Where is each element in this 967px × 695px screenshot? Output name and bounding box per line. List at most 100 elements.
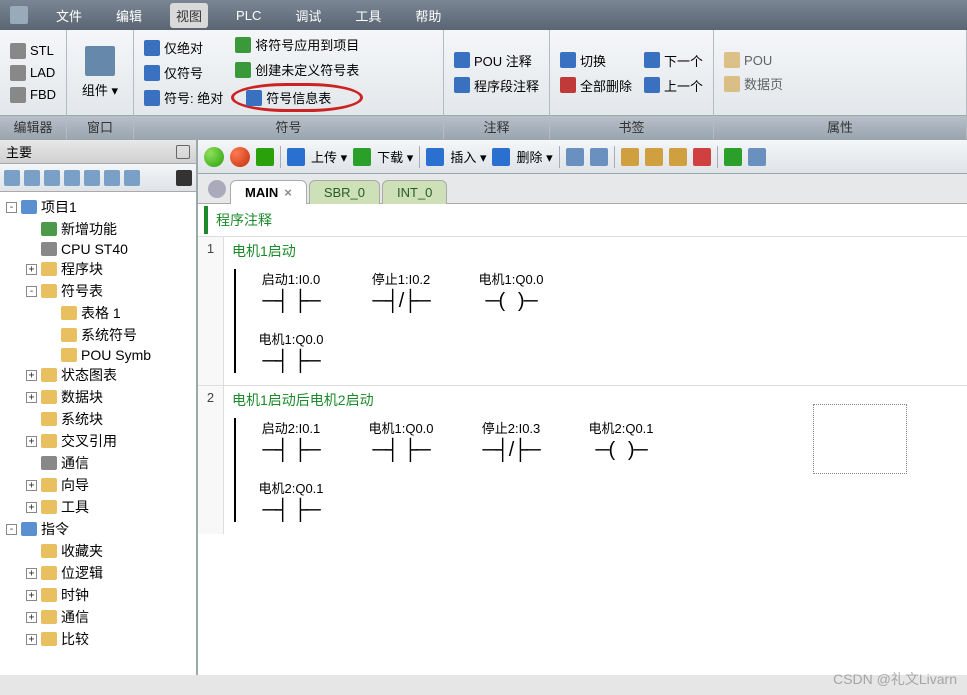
- ladder-element[interactable]: 电机2:Q0.1─( )─: [566, 418, 676, 462]
- tree-node[interactable]: CPU ST40: [2, 240, 194, 258]
- delete-button[interactable]: 删除 ▾: [516, 147, 552, 166]
- insert-button[interactable]: 插入 ▾: [450, 147, 486, 166]
- tree-node[interactable]: 表格 1: [2, 302, 194, 324]
- toggle-bm-button[interactable]: 切换: [556, 49, 636, 72]
- stl-button[interactable]: STL: [6, 41, 60, 61]
- close-icon[interactable]: ×: [284, 185, 292, 200]
- expand-icon[interactable]: +: [26, 634, 37, 645]
- menu-tools[interactable]: 工具: [349, 3, 387, 28]
- panel-btn-8[interactable]: [176, 170, 192, 186]
- expand-icon[interactable]: +: [26, 370, 37, 381]
- tb-5[interactable]: [669, 148, 687, 166]
- ladder[interactable]: 启动1:I0.0─┤ ├─停止1:I0.2─┤/├─电机1:Q0.0─( )─电…: [234, 269, 959, 373]
- expand-icon[interactable]: +: [26, 590, 37, 601]
- tree-node[interactable]: -项目1: [2, 196, 194, 218]
- tree-node[interactable]: -符号表: [2, 280, 194, 302]
- tb-3[interactable]: [621, 148, 639, 166]
- tree-node[interactable]: +比较: [2, 628, 194, 650]
- ladder-element[interactable]: 启动2:I0.1─┤ ├─: [236, 418, 346, 462]
- pou-comment-button[interactable]: POU 注释: [450, 49, 543, 72]
- menu-debug[interactable]: 调试: [289, 3, 327, 28]
- menu-edit[interactable]: 编辑: [110, 3, 148, 28]
- expand-icon[interactable]: +: [26, 264, 37, 275]
- tree-node[interactable]: -指令: [2, 518, 194, 540]
- network-title[interactable]: 电机1启动: [232, 241, 959, 261]
- ladder-element[interactable]: 电机2:Q0.1─┤ ├─: [236, 478, 346, 522]
- tree-node[interactable]: 新增功能: [2, 218, 194, 240]
- tree-node[interactable]: POU Symb: [2, 346, 194, 364]
- stop-button[interactable]: [230, 147, 250, 167]
- tb-6[interactable]: [693, 148, 711, 166]
- network-body[interactable]: 电机1启动启动1:I0.0─┤ ├─停止1:I0.2─┤/├─电机1:Q0.0─…: [224, 237, 967, 385]
- expand-icon[interactable]: +: [26, 480, 37, 491]
- menu-file[interactable]: 文件: [50, 3, 88, 28]
- expand-icon[interactable]: -: [26, 286, 37, 297]
- tab-sbr0[interactable]: SBR_0: [309, 180, 380, 204]
- create-sym-button[interactable]: 创建未定义符号表: [231, 58, 363, 81]
- tree-node[interactable]: +状态图表: [2, 364, 194, 386]
- menu-view[interactable]: 视图: [170, 3, 208, 28]
- panel-btn-2[interactable]: [24, 170, 40, 186]
- expand-icon[interactable]: +: [26, 392, 37, 403]
- tab-int0[interactable]: INT_0: [382, 180, 447, 204]
- delete-all-bm-button[interactable]: 全部删除: [556, 74, 636, 97]
- tree-node[interactable]: 系统符号: [2, 324, 194, 346]
- expand-icon[interactable]: -: [6, 524, 17, 535]
- expand-icon[interactable]: +: [26, 502, 37, 513]
- tree-node[interactable]: +程序块: [2, 258, 194, 280]
- ladder-element[interactable]: 停止2:I0.3─┤/├─: [456, 418, 566, 462]
- lad-button[interactable]: LAD: [6, 63, 60, 83]
- tree-node[interactable]: +时钟: [2, 584, 194, 606]
- fbd-button[interactable]: FBD: [6, 85, 60, 105]
- program-area[interactable]: 程序注释 1电机1启动启动1:I0.0─┤ ├─停止1:I0.2─┤/├─电机1…: [198, 204, 967, 675]
- tree-node[interactable]: +交叉引用: [2, 430, 194, 452]
- tree-node[interactable]: +通信: [2, 606, 194, 628]
- panel-btn-1[interactable]: [4, 170, 20, 186]
- tree-node[interactable]: 收藏夹: [2, 540, 194, 562]
- tb-4[interactable]: [645, 148, 663, 166]
- tree-node[interactable]: +位逻辑: [2, 562, 194, 584]
- expand-icon[interactable]: +: [26, 568, 37, 579]
- tb-8[interactable]: [748, 148, 766, 166]
- tree-node[interactable]: +工具: [2, 496, 194, 518]
- menu-help[interactable]: 帮助: [409, 3, 447, 28]
- apply-sym-button[interactable]: 将符号应用到项目: [231, 33, 363, 56]
- pou-prop-button[interactable]: POU: [720, 50, 787, 70]
- expand-icon[interactable]: -: [6, 202, 17, 213]
- panel-btn-3[interactable]: [44, 170, 60, 186]
- tree-node[interactable]: 系统块: [2, 408, 194, 430]
- tree-node[interactable]: 通信: [2, 452, 194, 474]
- ladder-element[interactable]: 停止1:I0.2─┤/├─: [346, 269, 456, 313]
- component-button[interactable]: 组件 ▾: [73, 42, 127, 103]
- sym-info-button[interactable]: 符号信息表: [242, 86, 335, 109]
- pin-icon[interactable]: [176, 145, 190, 159]
- panel-btn-4[interactable]: [64, 170, 80, 186]
- datapage-button[interactable]: 数据页: [720, 72, 787, 95]
- tb-7[interactable]: [724, 148, 742, 166]
- menu-plc[interactable]: PLC: [230, 5, 267, 26]
- expand-icon[interactable]: +: [26, 436, 37, 447]
- sym-abs-button[interactable]: 符号: 绝对: [140, 86, 227, 109]
- tb-2[interactable]: [590, 148, 608, 166]
- tree-node[interactable]: +数据块: [2, 386, 194, 408]
- ladder-element[interactable]: 启动1:I0.0─┤ ├─: [236, 269, 346, 313]
- next-bm-button[interactable]: 下一个: [640, 49, 707, 72]
- expand-icon[interactable]: +: [26, 612, 37, 623]
- panel-btn-5[interactable]: [84, 170, 100, 186]
- ladder-element[interactable]: 电机1:Q0.0─( )─: [456, 269, 566, 313]
- check-button[interactable]: [256, 148, 274, 166]
- run-button[interactable]: [204, 147, 224, 167]
- program-comment[interactable]: 程序注释: [204, 206, 961, 234]
- panel-btn-7[interactable]: [124, 170, 140, 186]
- abs-only-button[interactable]: 仅绝对: [140, 36, 227, 59]
- tree-node[interactable]: +向导: [2, 474, 194, 496]
- tab-scroll-left[interactable]: [208, 180, 226, 198]
- prev-bm-button[interactable]: 上一个: [640, 74, 707, 97]
- project-tree[interactable]: -项目1新增功能CPU ST40+程序块-符号表表格 1系统符号POU Symb…: [0, 192, 196, 675]
- tab-main[interactable]: MAIN ×: [230, 180, 307, 204]
- net-comment-button[interactable]: 程序段注释: [450, 74, 543, 97]
- panel-btn-6[interactable]: [104, 170, 120, 186]
- download-button[interactable]: 下载 ▾: [377, 147, 413, 166]
- ladder-element[interactable]: 电机1:Q0.0─┤ ├─: [346, 418, 456, 462]
- sym-only-button[interactable]: 仅符号: [140, 61, 227, 84]
